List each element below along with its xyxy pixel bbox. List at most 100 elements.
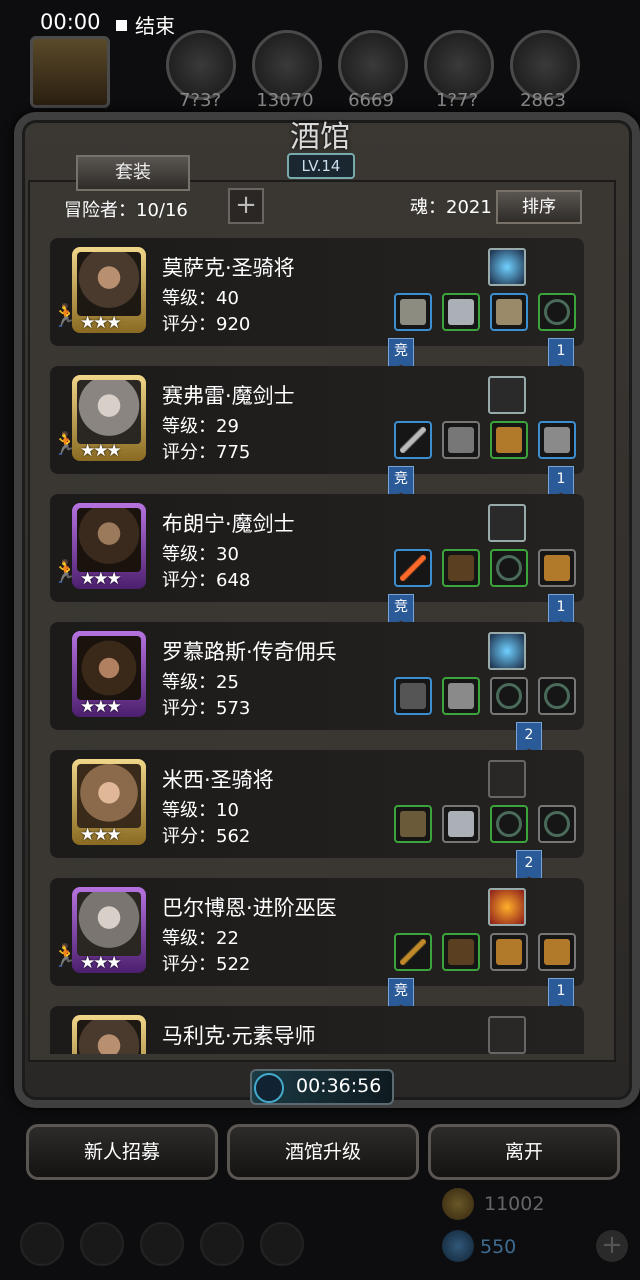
ring-icon[interactable] (538, 293, 576, 331)
leather-armor-icon[interactable] (442, 549, 480, 587)
clock-icon (254, 1073, 284, 1103)
hero-score: 评分：648 (162, 570, 251, 591)
hero-portrait[interactable]: ★★★ (72, 375, 146, 461)
leave-button[interactable]: 离开 (428, 1124, 620, 1180)
sort-button[interactable]: 排序 (496, 190, 582, 224)
hero-portrait[interactable] (72, 1015, 146, 1054)
book-icon[interactable] (200, 1222, 244, 1266)
hero-level: 等级：25 (162, 672, 239, 693)
hero-level: 等级：40 (162, 288, 239, 309)
hero-card[interactable]: 马利克·元素导师 (50, 1006, 584, 1054)
bracer-icon[interactable] (538, 549, 576, 587)
hero-name: 巴尔博恩·进阶巫医 (162, 896, 337, 920)
scythe-icon[interactable] (394, 677, 432, 715)
ring-icon[interactable] (490, 677, 528, 715)
hero-face (77, 380, 141, 444)
runner-icon: 🏃 (52, 944, 80, 969)
chest-armor-icon[interactable] (442, 421, 480, 459)
gold-amount: 11002 (484, 1193, 545, 1215)
hero-level: 等级：22 (162, 928, 239, 949)
page-title: 酒馆 (290, 120, 350, 155)
hero-face (77, 252, 141, 316)
staff-icon[interactable] (394, 933, 432, 971)
resource-wood: 7?3? (178, 90, 221, 111)
armor-dock-icon[interactable] (260, 1222, 304, 1266)
runner-icon: 🏃 (52, 432, 80, 457)
gate-icon[interactable] (140, 1222, 184, 1266)
hero-portrait[interactable]: ★★★ (72, 247, 146, 333)
hero-name: 布朗宁·魔剑士 (162, 512, 295, 536)
ring-icon[interactable] (538, 677, 576, 715)
add-slot-button[interactable]: + (228, 188, 264, 224)
bracer-icon[interactable] (538, 933, 576, 971)
hero-card[interactable]: 🏃 ★★★ 莫萨克·圣骑将 等级：40 评分：920 (50, 238, 584, 346)
hero-stars: ★★★ (80, 441, 122, 461)
hero-level: 等级：29 (162, 416, 239, 437)
skill-icon[interactable] (488, 248, 526, 286)
hero-stars: ★★★ (80, 569, 122, 589)
ring-icon[interactable] (538, 805, 576, 843)
hammer-icon[interactable] (394, 293, 432, 331)
hero-list[interactable]: 🏃 ★★★ 莫萨克·圣骑将 等级：40 评分：920 竞 1 🏃 ★★★ 赛弗雷… (50, 238, 590, 1054)
armor-icon[interactable] (442, 805, 480, 843)
star-icon[interactable] (80, 1222, 124, 1266)
empty-skill-icon[interactable] (488, 1016, 526, 1054)
recruit-button[interactable]: 新人招募 (26, 1124, 218, 1180)
empty-skill-icon[interactable] (488, 760, 526, 798)
hero-score: 评分：522 (162, 954, 251, 975)
sword-icon[interactable] (394, 421, 432, 459)
bracer-icon[interactable] (490, 933, 528, 971)
hero-face (77, 1020, 141, 1054)
hero-face (77, 764, 141, 828)
soul-count: 魂：2021 (410, 197, 492, 218)
leather-armor-icon[interactable] (442, 933, 480, 971)
fire-sword-icon[interactable] (394, 549, 432, 587)
skill-icon[interactable] (488, 376, 526, 414)
ring-icon[interactable] (490, 549, 528, 587)
armor-icon[interactable] (442, 293, 480, 331)
resource-plank: 13070 (256, 90, 314, 111)
bracer-icon[interactable] (490, 421, 528, 459)
hero-level: 等级：30 (162, 544, 239, 565)
gauntlet-icon[interactable] (490, 293, 528, 331)
timer-text: 00:36:56 (296, 1075, 382, 1097)
hero-face (77, 636, 141, 700)
upgrade-button[interactable]: 酒馆升级 (227, 1124, 419, 1180)
runner-icon: 🏃 (52, 560, 80, 585)
hero-portrait[interactable]: ★★★ (72, 887, 146, 973)
hero-portrait[interactable]: ★★★ (72, 759, 146, 845)
settings-icon[interactable] (20, 1222, 64, 1266)
hero-card[interactable]: 🏃 ★★★ 巴尔博恩·进阶巫医 等级：22 评分：522 (50, 878, 584, 986)
hero-name: 莫萨克·圣骑将 (162, 256, 295, 280)
hero-portrait[interactable]: ★★★ (72, 503, 146, 589)
set-button[interactable]: 套装 (76, 155, 190, 191)
resource-crystal: 1?7? (435, 90, 478, 111)
runner-icon: 🏃 (52, 304, 80, 329)
hero-card[interactable]: 🏃 ★★★ 布朗宁·魔剑士 等级：30 评分：648 (50, 494, 584, 602)
armor-icon[interactable] (442, 677, 480, 715)
ring-icon[interactable] (490, 805, 528, 843)
gold-coin-icon (442, 1188, 474, 1220)
hero-name: 罗慕路斯·传奇佣兵 (162, 640, 337, 664)
skill-icon[interactable] (488, 632, 526, 670)
amulet-icon[interactable] (538, 421, 576, 459)
hero-name: 马利克·元素导师 (162, 1024, 316, 1048)
hero-portrait[interactable]: ★★★ (72, 631, 146, 717)
hero-face (77, 892, 141, 956)
hero-score: 评分：562 (162, 826, 251, 847)
add-currency-icon[interactable]: + (596, 1230, 628, 1262)
player-avatar[interactable] (30, 36, 110, 108)
tavern-timer: 00:36:56 (250, 1069, 394, 1105)
shield-skill-icon[interactable] (488, 888, 526, 926)
hero-card[interactable]: 🏃 ★★★ 赛弗雷·魔剑士 等级：29 评分：775 (50, 366, 584, 474)
hero-card[interactable]: ★★★ 罗慕路斯·传奇佣兵 等级：25 评分：573 (50, 622, 584, 730)
hero-stars: ★★★ (80, 313, 122, 333)
skill-icon[interactable] (488, 504, 526, 542)
gem-amount: 550 (480, 1236, 517, 1258)
hammer-icon[interactable] (394, 805, 432, 843)
tavern-level: LV.14 (287, 153, 355, 179)
hero-card[interactable]: ★★★ 米西·圣骑将 等级：10 评分：562 (50, 750, 584, 858)
hero-name: 米西·圣骑将 (162, 768, 274, 792)
resource-ore: 2863 (520, 90, 566, 111)
hero-score: 评分：573 (162, 698, 251, 719)
